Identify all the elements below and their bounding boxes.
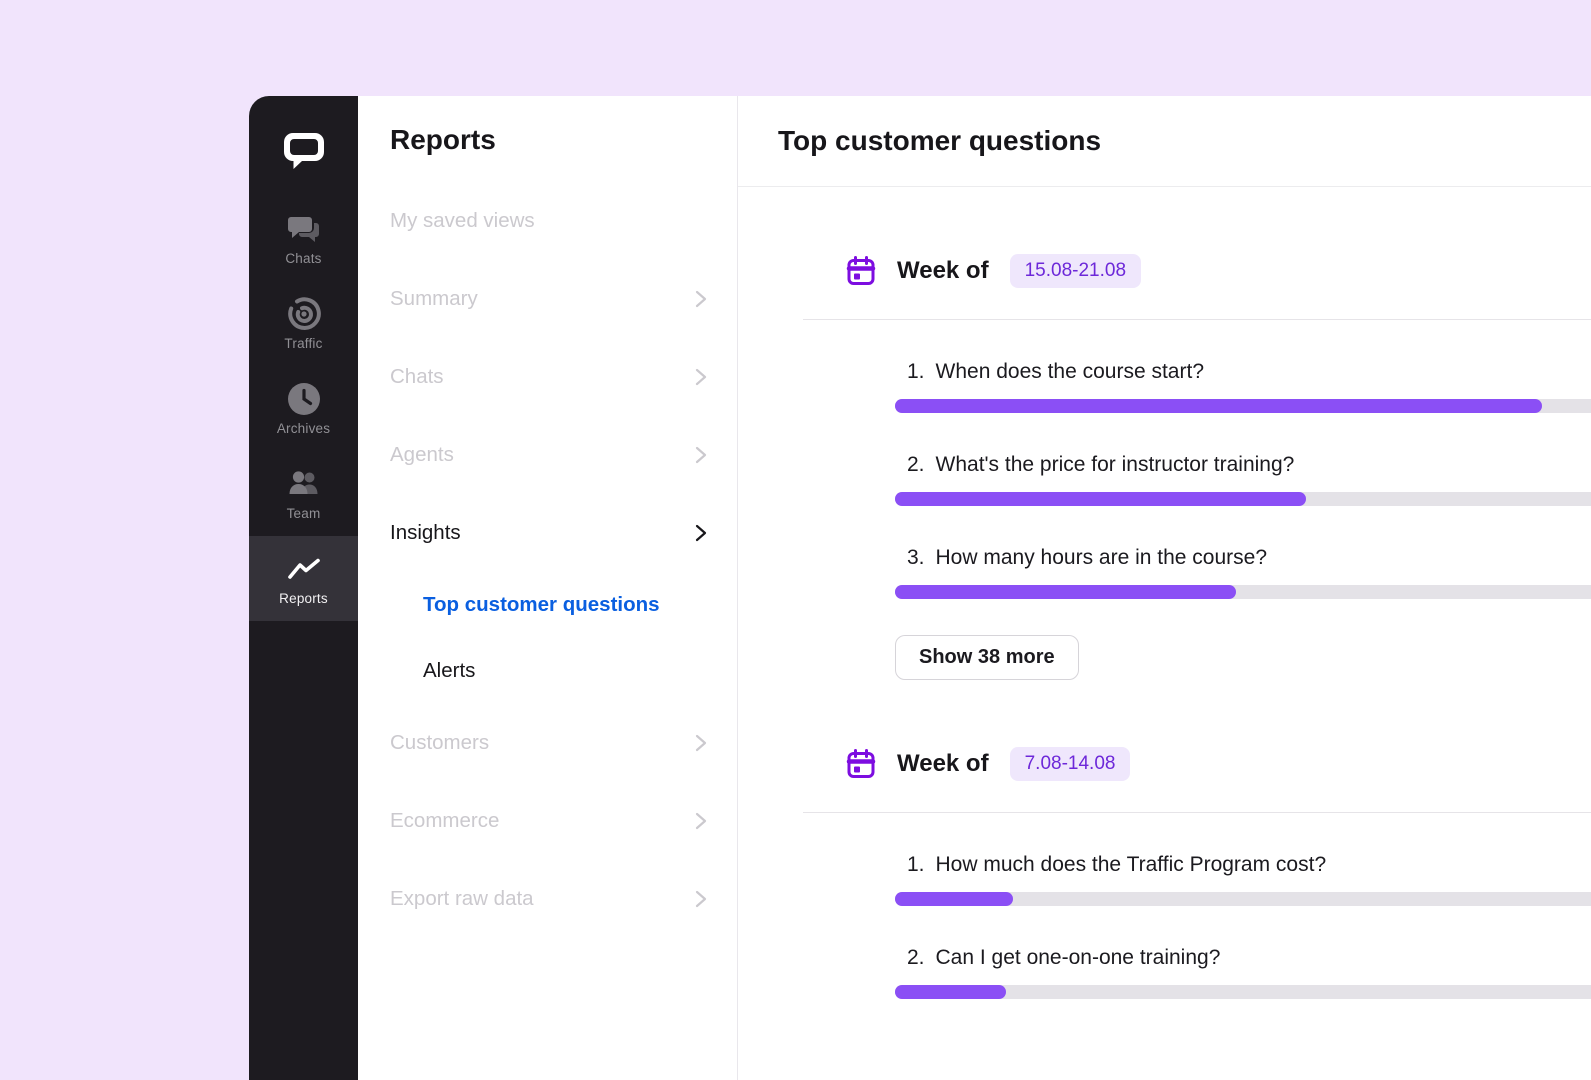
divider [803, 812, 1591, 813]
week-header: Week of 15.08-21.08 [846, 251, 1591, 291]
sidebar-item-label: Customers [390, 731, 490, 754]
reports-icon [287, 552, 321, 586]
sidebar-item-top-customer-questions[interactable]: Top customer questions [390, 572, 737, 638]
question-item: 1. When does the course start? [895, 360, 1591, 413]
sidebar-item-label: Summary [390, 287, 478, 310]
question-bar-fill [895, 985, 1007, 999]
sidebar-item-label: Export raw data [390, 887, 534, 910]
date-range-badge[interactable]: 7.08-14.08 [1009, 747, 1131, 781]
show-more-button[interactable]: Show 38 more [895, 635, 1079, 680]
chevron-right-icon [695, 523, 707, 543]
chevron-right-icon [695, 889, 707, 909]
question-bar-track [895, 892, 1591, 906]
nav-item-label: Archives [276, 420, 331, 436]
week-header: Week of 7.08-14.08 [846, 744, 1591, 784]
week-section: Week of 7.08-14.08 1. How much does the … [738, 744, 1591, 999]
reports-menu: My saved views Summary Chats Agents Insi… [390, 182, 737, 938]
question-bar-fill [895, 399, 1543, 413]
sidebar-item-export-raw-data[interactable]: Export raw data [390, 860, 737, 938]
nav-item-label: Reports [279, 590, 328, 606]
sidebar-item-label: Chats [390, 365, 444, 388]
question-text: How many hours are in the course? [935, 546, 1268, 569]
question-number: 1. [907, 360, 925, 383]
calendar-icon [846, 749, 876, 778]
nav-item-archives[interactable]: Archives [249, 366, 358, 451]
question-item: 2. Can I get one-on-one training? [895, 946, 1591, 999]
nav-item-label: Team [286, 505, 321, 521]
chevron-right-icon [695, 811, 707, 831]
calendar-icon [846, 256, 876, 285]
question-item: 1. How much does the Traffic Program cos… [895, 853, 1591, 906]
chevron-right-icon [695, 445, 707, 465]
question-bar-track [895, 585, 1591, 599]
nav-item-label: Chats [285, 250, 322, 266]
question-number: 1. [907, 853, 925, 876]
sidebar-item-customers[interactable]: Customers [390, 704, 737, 782]
divider [803, 319, 1591, 320]
nav-item-team[interactable]: Team [249, 451, 358, 536]
question-text: What's the price for instructor training… [935, 453, 1295, 476]
main-header: Top customer questions [738, 96, 1591, 187]
nav-item-reports[interactable]: Reports [249, 536, 358, 621]
sidebar-item-label: Agents [390, 443, 454, 466]
question-bar-fill [895, 492, 1306, 506]
sidebar-item-label: Insights [390, 521, 461, 544]
sidebar-item-label: Alerts [423, 659, 476, 682]
date-range-badge[interactable]: 15.08-21.08 [1009, 254, 1142, 288]
question-bar-fill [895, 585, 1237, 599]
sidebar-item-label: Top customer questions [423, 593, 660, 616]
main-body: Week of 15.08-21.08 1. When does the cou… [738, 187, 1591, 1080]
nav-item-chats[interactable]: Chats [249, 196, 358, 281]
chevron-right-icon [695, 733, 707, 753]
primary-nav-rail: Chats Traffic Archives Team Reports [249, 96, 358, 1080]
question-bar-fill [895, 892, 1014, 906]
livechat-logo-icon [283, 133, 324, 169]
sidebar-item-label: Ecommerce [390, 809, 500, 832]
question-bar-track [895, 492, 1591, 506]
chevron-right-icon [695, 289, 707, 309]
archives-icon [287, 382, 321, 416]
question-number: 3. [907, 546, 925, 569]
question-bar-track [895, 399, 1591, 413]
question-number: 2. [907, 946, 925, 969]
sidebar-title: Reports [390, 124, 496, 155]
sidebar-item-alerts[interactable]: Alerts [390, 638, 737, 704]
reports-sidebar: Reports My saved views Summary Chats Age… [358, 96, 737, 1080]
question-text: When does the course start? [935, 360, 1204, 383]
sidebar-item-chats[interactable]: Chats [390, 338, 737, 416]
week-label: Week of [897, 257, 989, 284]
traffic-icon [286, 296, 322, 331]
nav-item-label: Traffic [284, 335, 323, 351]
nav-item-traffic[interactable]: Traffic [249, 281, 358, 366]
question-text: How much does the Traffic Program cost? [935, 853, 1327, 876]
page-title: Top customer questions [778, 125, 1102, 156]
main-content: Top customer questions Week of 15.08-21.… [737, 96, 1591, 1080]
question-bar-track [895, 985, 1591, 999]
sidebar-item-insights[interactable]: Insights [390, 494, 737, 572]
sidebar-item-ecommerce[interactable]: Ecommerce [390, 782, 737, 860]
team-icon [286, 467, 322, 501]
chats-icon [287, 212, 320, 246]
sidebar-item-my-saved-views[interactable]: My saved views [390, 182, 737, 260]
week-label: Week of [897, 750, 989, 777]
livechat-logo[interactable] [249, 96, 358, 196]
week-section: Week of 15.08-21.08 1. When does the cou… [738, 251, 1591, 680]
question-item: 2. What's the price for instructor train… [895, 453, 1591, 506]
question-number: 2. [907, 453, 925, 476]
chevron-right-icon [695, 367, 707, 387]
app-window: Chats Traffic Archives Team Reports Repo… [249, 96, 1591, 1080]
sidebar-item-label: My saved views [390, 209, 535, 232]
sidebar-item-agents[interactable]: Agents [390, 416, 737, 494]
question-text: Can I get one-on-one training? [935, 946, 1221, 969]
question-item: 3. How many hours are in the course? [895, 546, 1591, 599]
sidebar-item-summary[interactable]: Summary [390, 260, 737, 338]
